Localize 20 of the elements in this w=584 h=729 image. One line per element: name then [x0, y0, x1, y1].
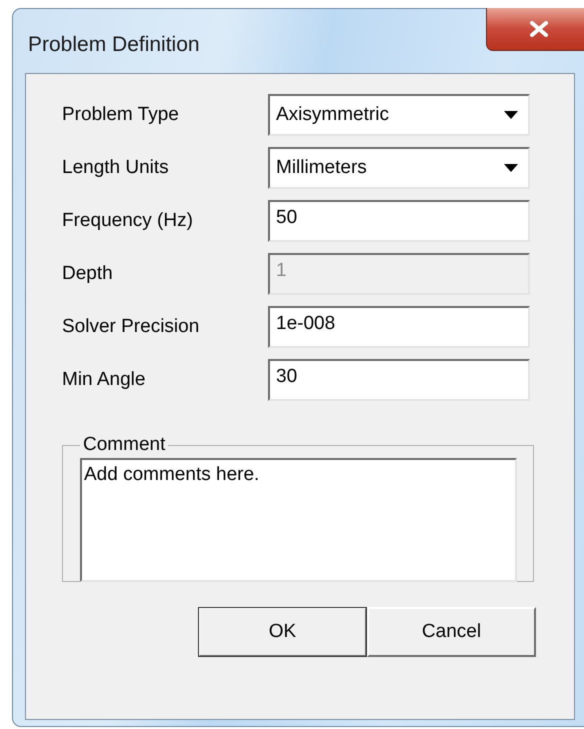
- field-label: Frequency (Hz): [62, 210, 194, 232]
- ok-button[interactable]: OK: [198, 607, 367, 657]
- dropdown[interactable]: Millimeters: [268, 147, 530, 189]
- input-field[interactable]: 30: [268, 359, 530, 401]
- caret-icon: [504, 111, 518, 119]
- field-label: Problem Type: [62, 104, 180, 126]
- field-label: Solver Precision: [62, 316, 200, 338]
- dropdown[interactable]: Axisymmetric: [268, 94, 530, 136]
- close-icon: [529, 21, 549, 37]
- caret-icon: [504, 164, 518, 172]
- close-button[interactable]: [486, 8, 584, 51]
- group-label: Comment: [82, 434, 166, 456]
- cancel-button[interactable]: Cancel: [367, 607, 536, 657]
- input-field[interactable]: 1e-008: [268, 306, 530, 348]
- field-label: Length Units: [62, 157, 170, 179]
- window-title: Problem Definition: [28, 33, 200, 57]
- field-label: Min Angle: [62, 369, 146, 391]
- input-field[interactable]: 50: [268, 200, 530, 242]
- field-label: Depth: [62, 263, 114, 285]
- comment-field[interactable]: Add comments here.: [80, 458, 517, 582]
